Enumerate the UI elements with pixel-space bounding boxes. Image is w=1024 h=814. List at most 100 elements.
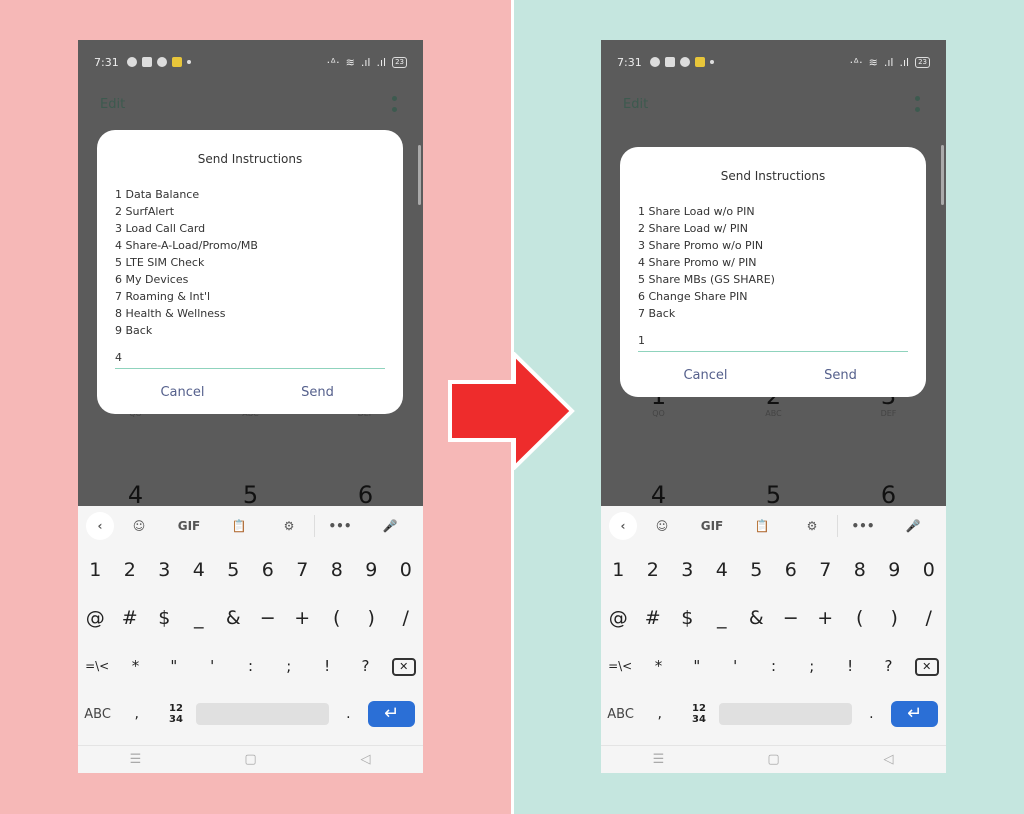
period-key[interactable]: . [329,706,368,722]
key[interactable]: 2 [113,559,148,581]
key[interactable]: _ [182,607,217,629]
key[interactable]: 5 [216,559,251,581]
key[interactable]: 3 [670,559,705,581]
key[interactable]: − [774,607,809,629]
key[interactable]: − [251,607,286,629]
send-button[interactable]: Send [773,368,908,383]
scrollbar[interactable] [418,145,421,205]
key[interactable]: 1 [78,559,113,581]
key[interactable]: $ [670,607,705,629]
key[interactable]: =\< [601,659,639,673]
sticker-icon[interactable]: ☺ [114,519,164,533]
cancel-button[interactable]: Cancel [115,385,250,400]
send-button[interactable]: Send [250,385,385,400]
key[interactable]: @ [601,607,636,629]
backspace-icon[interactable]: ✕ [914,658,939,676]
more-icon[interactable]: ••• [838,519,888,533]
key[interactable]: ( [320,607,355,629]
response-input[interactable]: 1 [638,334,908,352]
key[interactable]: 7 [808,559,843,581]
comma-key[interactable]: , [117,706,156,722]
key[interactable]: " [155,657,193,675]
key[interactable]: ' [716,657,754,675]
abc-key[interactable]: ABC [601,707,640,722]
key[interactable]: 2 [636,559,671,581]
gear-icon[interactable]: ⚙ [787,519,837,533]
gif-button[interactable]: GIF [687,519,737,533]
response-input[interactable]: 4 [115,351,385,369]
key[interactable]: 6 [251,559,286,581]
key[interactable]: * [116,657,154,675]
key[interactable]: 0 [912,559,947,581]
space-bar[interactable] [195,703,329,725]
key[interactable]: & [739,607,774,629]
enter-icon[interactable]: ↵ [367,701,415,727]
enter-icon[interactable]: ↵ [890,701,938,727]
home-icon[interactable]: ▢ [716,752,831,767]
back-nav-icon[interactable]: ◁ [308,752,423,767]
abc-key[interactable]: ABC [78,707,117,722]
more-options-icon[interactable] [915,96,920,112]
key[interactable]: $ [147,607,182,629]
gif-button[interactable]: GIF [164,519,214,533]
clipboard-icon[interactable]: 📋 [737,519,787,533]
key[interactable]: : [231,657,269,675]
mic-icon[interactable]: 🎤 [888,519,938,533]
key[interactable]: ! [831,657,869,675]
key[interactable]: ) [877,607,912,629]
numpad-key[interactable]: 12 34 [679,703,718,725]
key[interactable]: @ [78,607,113,629]
key[interactable]: 9 [877,559,912,581]
key[interactable]: ( [843,607,878,629]
more-icon[interactable]: ••• [315,519,365,533]
key[interactable]: 7 [285,559,320,581]
numpad-key[interactable]: 12 34 [156,703,195,725]
edit-button[interactable]: Edit [623,97,648,112]
key[interactable]: 0 [389,559,424,581]
comma-key[interactable]: , [640,706,679,722]
backspace-icon[interactable]: ✕ [391,658,416,676]
period-key[interactable]: . [852,706,891,722]
key[interactable]: 9 [354,559,389,581]
menu-icon[interactable]: ☰ [601,752,716,767]
back-icon[interactable]: ‹ [609,512,637,540]
clipboard-icon[interactable]: 📋 [214,519,264,533]
mic-icon[interactable]: 🎤 [365,519,415,533]
key[interactable]: 1 [601,559,636,581]
scrollbar[interactable] [941,145,944,205]
cancel-button[interactable]: Cancel [638,368,773,383]
back-icon[interactable]: ‹ [86,512,114,540]
space-bar[interactable] [718,703,852,725]
key[interactable]: ; [793,657,831,675]
key[interactable]: : [754,657,792,675]
key[interactable]: ! [308,657,346,675]
key[interactable]: ? [869,657,907,675]
key[interactable]: ? [346,657,384,675]
back-nav-icon[interactable]: ◁ [831,752,946,767]
key[interactable]: + [808,607,843,629]
key[interactable]: / [389,607,424,629]
key[interactable]: * [639,657,677,675]
edit-button[interactable]: Edit [100,97,125,112]
key[interactable]: 3 [147,559,182,581]
key[interactable]: & [216,607,251,629]
key[interactable]: _ [705,607,740,629]
key[interactable]: + [285,607,320,629]
key[interactable]: # [636,607,671,629]
key[interactable]: 4 [182,559,217,581]
more-options-icon[interactable] [392,96,397,112]
menu-icon[interactable]: ☰ [78,752,193,767]
key[interactable]: # [113,607,148,629]
key[interactable]: ) [354,607,389,629]
key[interactable]: 4 [705,559,740,581]
key[interactable]: =\< [78,659,116,673]
sticker-icon[interactable]: ☺ [637,519,687,533]
gear-icon[interactable]: ⚙ [264,519,314,533]
key[interactable]: 8 [843,559,878,581]
key[interactable]: 6 [774,559,809,581]
key[interactable]: ; [270,657,308,675]
home-icon[interactable]: ▢ [193,752,308,767]
key[interactable]: " [678,657,716,675]
key[interactable]: 5 [739,559,774,581]
key[interactable]: / [912,607,947,629]
